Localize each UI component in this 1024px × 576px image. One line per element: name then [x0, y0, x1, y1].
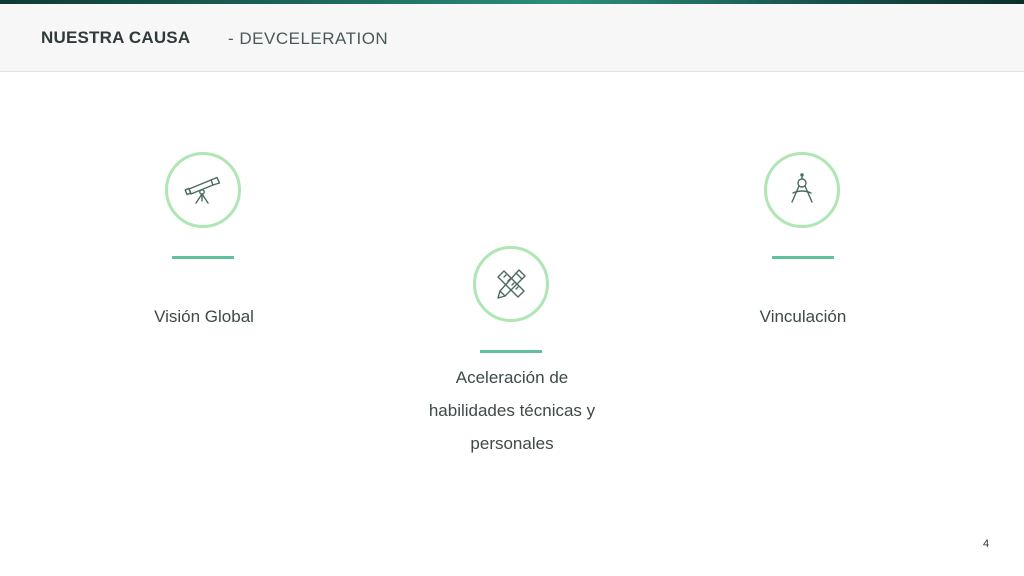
header-bar: NUESTRA CAUSA - DEVCELERATION — [0, 4, 1024, 72]
pencil-ruler-icon — [473, 246, 549, 322]
feature-label: Vinculación — [759, 307, 847, 326]
telescope-icon — [165, 152, 241, 228]
compass-icon — [764, 152, 840, 228]
feature-label: Visión Global — [154, 307, 254, 326]
page-title: NUESTRA CAUSA — [41, 28, 191, 47]
feature-label: Aceleración de habilidades técnicas y pe… — [428, 368, 596, 453]
page-subtitle: - DEVCELERATION — [228, 29, 389, 48]
accent-bar — [172, 256, 234, 259]
accent-bar — [480, 350, 542, 353]
page-number: 4 — [983, 538, 990, 550]
accent-bar — [772, 256, 834, 259]
